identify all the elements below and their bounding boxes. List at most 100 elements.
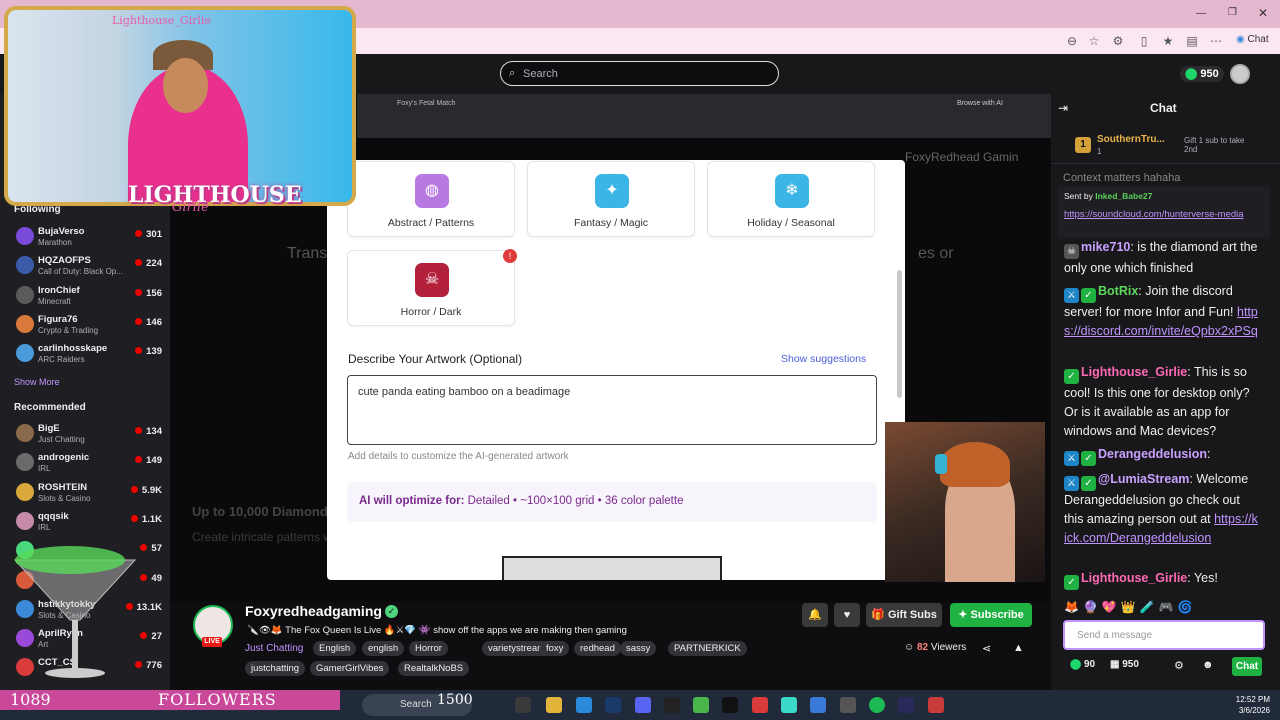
- share-icon[interactable]: ⋖: [982, 642, 991, 655]
- edge-icon[interactable]: [576, 697, 592, 713]
- webcam-title: Lighthouse_Girlie: [112, 14, 211, 27]
- chat-users-icon[interactable]: ☻: [1202, 659, 1214, 671]
- app3-icon[interactable]: [898, 697, 914, 713]
- star-icon[interactable]: ☆: [1087, 34, 1101, 48]
- points-balance[interactable]: ⬤ 950: [1180, 66, 1224, 82]
- app-icon[interactable]: [722, 697, 738, 713]
- report-icon[interactable]: ▲: [1013, 642, 1024, 654]
- maximize-icon[interactable]: ❐: [1228, 7, 1237, 18]
- search-input[interactable]: ⌕ Search: [500, 61, 779, 86]
- subscribe-button[interactable]: ✦ Subscribe: [950, 603, 1032, 627]
- copilot-chat-button[interactable]: ◉ Chat: [1236, 34, 1269, 45]
- modal-scrollbar[interactable]: [897, 270, 902, 398]
- chat-username[interactable]: Lighthouse_Girlie: [1081, 365, 1187, 379]
- pinned-link[interactable]: https://soundcloud.com/hunterverse-media: [1064, 208, 1254, 221]
- chat-username[interactable]: @LumiaStream: [1098, 472, 1189, 486]
- stream-tag[interactable]: english: [362, 641, 405, 656]
- show-more-link[interactable]: Show More: [14, 377, 60, 387]
- obs-icon[interactable]: [664, 697, 680, 713]
- app2-icon[interactable]: [781, 697, 797, 713]
- taskview-icon[interactable]: [515, 697, 531, 713]
- sidebar-channel[interactable]: ROSHTEIN Slots & Casino 5.9K: [0, 479, 170, 508]
- stream-tag[interactable]: English: [313, 641, 357, 656]
- stream-tag[interactable]: redhead: [574, 641, 621, 656]
- stream-tag[interactable]: PARTNERKICK: [668, 641, 747, 656]
- stream-tag[interactable]: sassy: [620, 641, 657, 656]
- calc-icon[interactable]: [810, 697, 826, 713]
- chat-settings-icon[interactable]: ⚙: [1174, 659, 1184, 672]
- follow-heart-button[interactable]: ♥: [834, 603, 860, 627]
- gift-prompt[interactable]: Gift 1 sub to take 2nd: [1184, 136, 1254, 154]
- chat-input[interactable]: Send a message: [1063, 620, 1265, 650]
- chat-text: :: [1207, 447, 1211, 461]
- extensions-icon[interactable]: ⚙: [1111, 34, 1125, 48]
- media-icon[interactable]: [752, 697, 768, 713]
- channel-name: androgenic: [38, 452, 90, 464]
- reader-icon[interactable]: ⊖: [1065, 34, 1079, 48]
- sidebar-channel[interactable]: IronChief Minecraft 156: [0, 282, 170, 311]
- capcut-icon[interactable]: [840, 697, 856, 713]
- artwork-modal: ◍ Abstract / Patterns ✦ Fantasy / Magic …: [327, 160, 905, 580]
- stream-tag[interactable]: foxy: [540, 641, 570, 656]
- more-icon[interactable]: ⋯: [1209, 34, 1223, 48]
- collections-icon[interactable]: ▤: [1185, 34, 1199, 48]
- collapse-chat-icon[interactable]: ⇥: [1058, 101, 1068, 115]
- palette-icon: ◍: [415, 174, 449, 208]
- chrome-icon[interactable]: [693, 697, 709, 713]
- channel-name[interactable]: Foxyredheadgaming: [245, 603, 382, 619]
- sidebar-channel[interactable]: carlinhosskape ARC Raiders 139: [0, 340, 170, 369]
- chat-badge-icon: ✓: [1064, 575, 1079, 590]
- user-avatar[interactable]: [1230, 64, 1250, 84]
- channel-avatar: [16, 511, 34, 530]
- sidebar-channel[interactable]: HQZAOFPS Call of Duty: Black Op... 224: [0, 252, 170, 281]
- card-label: Horror / Dark: [400, 306, 462, 318]
- sidebar-channel[interactable]: BigE Just Chatting 134: [0, 420, 170, 449]
- steam-icon[interactable]: [605, 697, 621, 713]
- chat-username[interactable]: mike710: [1081, 240, 1130, 254]
- favorites-icon[interactable]: ★: [1161, 34, 1175, 48]
- gift-subs-button[interactable]: 🎁 Gift Subs: [866, 603, 942, 627]
- notification-bell-button[interactable]: 🔔: [802, 603, 828, 627]
- description-textarea[interactable]: cute panda eating bamboo on a beadimage: [347, 375, 877, 445]
- sidebar-channel[interactable]: BujaVerso Marathon 301: [0, 223, 170, 252]
- leaderboard-user[interactable]: SouthernTru...: [1097, 134, 1165, 145]
- category-fantasy-card[interactable]: ✦ Fantasy / Magic: [527, 161, 695, 237]
- close-icon[interactable]: ✕: [1258, 6, 1268, 20]
- channel-game: Slots & Casino: [38, 493, 91, 503]
- optimize-label: AI will optimize for:: [359, 495, 465, 507]
- emote-bar[interactable]: 🦊🔮💖👑🧪🎮🌀: [1064, 600, 1197, 614]
- sidebar-channel[interactable]: Figura76 Crypto & Trading 146: [0, 311, 170, 340]
- channel-name: BigE: [38, 423, 60, 434]
- category-abstract-card[interactable]: ◍ Abstract / Patterns: [347, 161, 515, 237]
- kick-points[interactable]: ▦ 950: [1110, 659, 1139, 670]
- system-clock[interactable]: 12:52 PM 3/6/2026: [1232, 694, 1270, 716]
- channel-game: Just Chatting: [38, 435, 85, 444]
- sidebar-channel[interactable]: androgenic IRL 149: [0, 449, 170, 478]
- chat-username[interactable]: Derangeddelusion: [1098, 447, 1207, 461]
- chat-username[interactable]: BotRix: [1098, 284, 1138, 298]
- spotify-icon[interactable]: [869, 697, 885, 713]
- category-horror-card[interactable]: ☠ Horror / Dark: [347, 250, 515, 326]
- sidebar-channel[interactable]: qqqsik IRL 1.1K: [0, 508, 170, 537]
- category-holiday-card[interactable]: ❄ Holiday / Seasonal: [707, 161, 875, 237]
- split-icon[interactable]: ▯: [1137, 34, 1151, 48]
- chat-message: ⚔ ✓ @LumiaStream: Welcome Derangeddelusion…: [1064, 470, 1260, 548]
- discord-icon[interactable]: [635, 697, 651, 713]
- helper-text: Add details to customize the AI-generate…: [348, 451, 569, 462]
- stream-tag[interactable]: GamerGirlVibes: [310, 661, 390, 676]
- channel-viewers: 156: [135, 288, 162, 299]
- channel-points[interactable]: ⬤ 90: [1070, 659, 1095, 670]
- stream-category[interactable]: Just Chatting: [245, 643, 303, 654]
- minimize-icon[interactable]: —: [1196, 8, 1206, 19]
- stream-tag[interactable]: Horror: [409, 641, 448, 656]
- chat-username[interactable]: Lighthouse_Girlie: [1081, 571, 1187, 585]
- file-explorer-icon[interactable]: [546, 697, 562, 713]
- stream-tag[interactable]: RealtalkNoBS: [398, 661, 470, 676]
- stream-tag[interactable]: justchatting: [245, 661, 306, 676]
- channel-name: IronChief: [38, 284, 80, 296]
- channel-avatar: [16, 453, 34, 472]
- channel-viewers: 301: [135, 229, 162, 240]
- send-chat-button[interactable]: Chat: [1232, 657, 1262, 676]
- app4-icon[interactable]: [928, 697, 944, 713]
- show-suggestions-link[interactable]: Show suggestions: [781, 353, 866, 365]
